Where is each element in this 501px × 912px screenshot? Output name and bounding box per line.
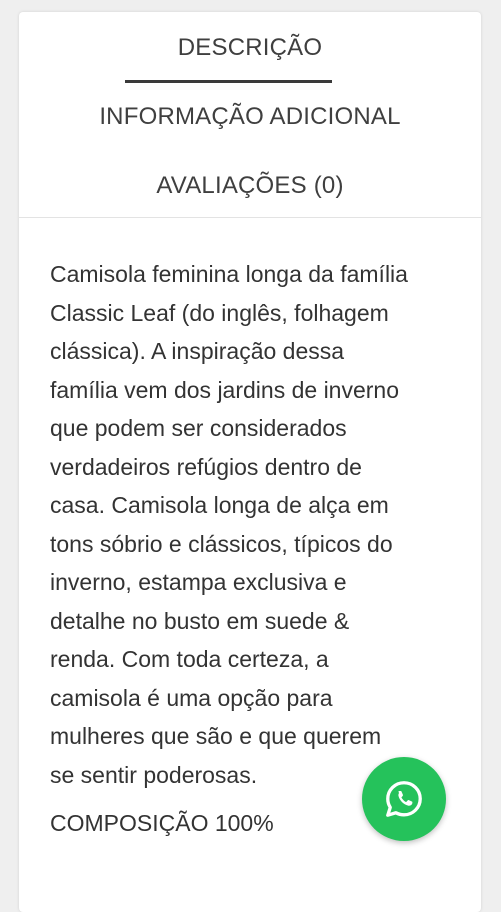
whatsapp-button[interactable]	[362, 757, 446, 841]
active-tab-indicator	[125, 80, 332, 83]
tab-avaliacoes[interactable]: AVALIAÇÕES (0)	[19, 172, 481, 200]
whatsapp-icon	[386, 781, 422, 817]
tab-informacao-adicional[interactable]: INFORMAÇÃO ADICIONAL	[19, 103, 481, 131]
tab-bar: DESCRIÇÃO INFORMAÇÃO ADICIONAL AVALIAÇÕE…	[19, 12, 481, 218]
tab-descricao[interactable]: DESCRIÇÃO	[19, 34, 481, 62]
composition-text: COMPOSIÇÃO 100%	[50, 810, 274, 836]
description-panel: Camisola feminina longa da família Class…	[50, 255, 410, 843]
description-paragraph: Camisola feminina longa da família Class…	[50, 261, 408, 788]
